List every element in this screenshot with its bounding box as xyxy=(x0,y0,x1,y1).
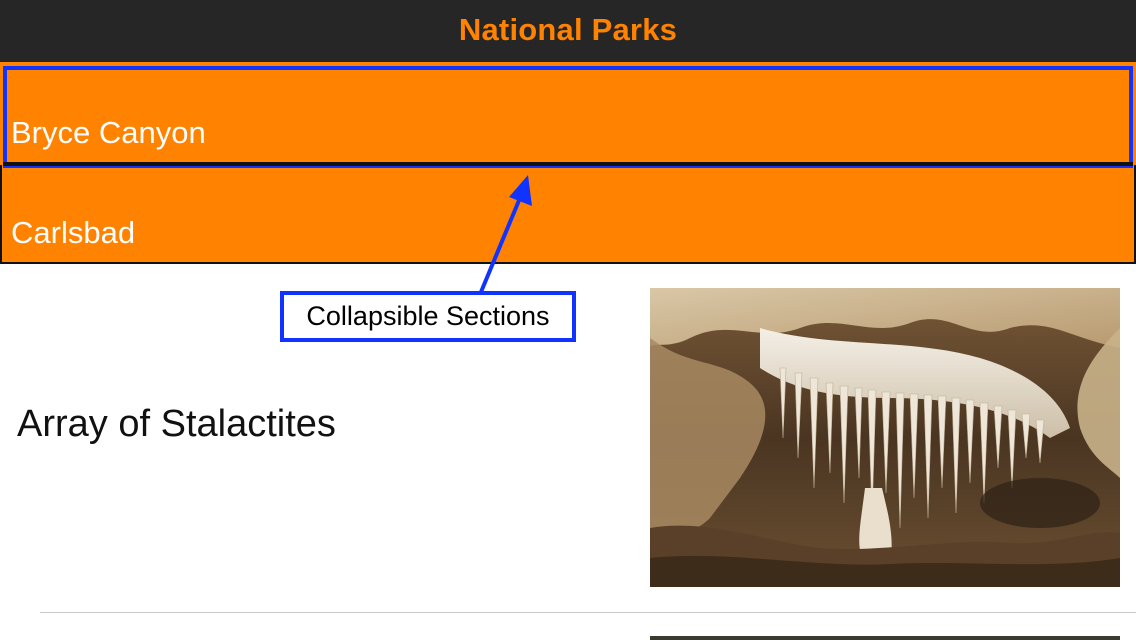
next-row-photo[interactable] xyxy=(650,636,1120,640)
page-title: National Parks xyxy=(458,12,678,47)
section-header-carlsbad[interactable]: Carlsbad xyxy=(0,165,1136,264)
annotation-callout: Collapsible Sections xyxy=(280,291,576,342)
section-header-label: Bryce Canyon xyxy=(11,115,206,150)
cave-stalactites-photo[interactable] xyxy=(650,288,1120,587)
list-item-title[interactable]: Array of Stalactites xyxy=(17,403,336,446)
section-header-bryce-canyon[interactable]: Bryce Canyon xyxy=(0,62,1136,165)
navigation-bar: National Parks xyxy=(0,0,1136,62)
row-separator xyxy=(40,612,1136,613)
annotation-callout-text: Collapsible Sections xyxy=(306,301,550,331)
section-header-label: Carlsbad xyxy=(11,215,136,250)
